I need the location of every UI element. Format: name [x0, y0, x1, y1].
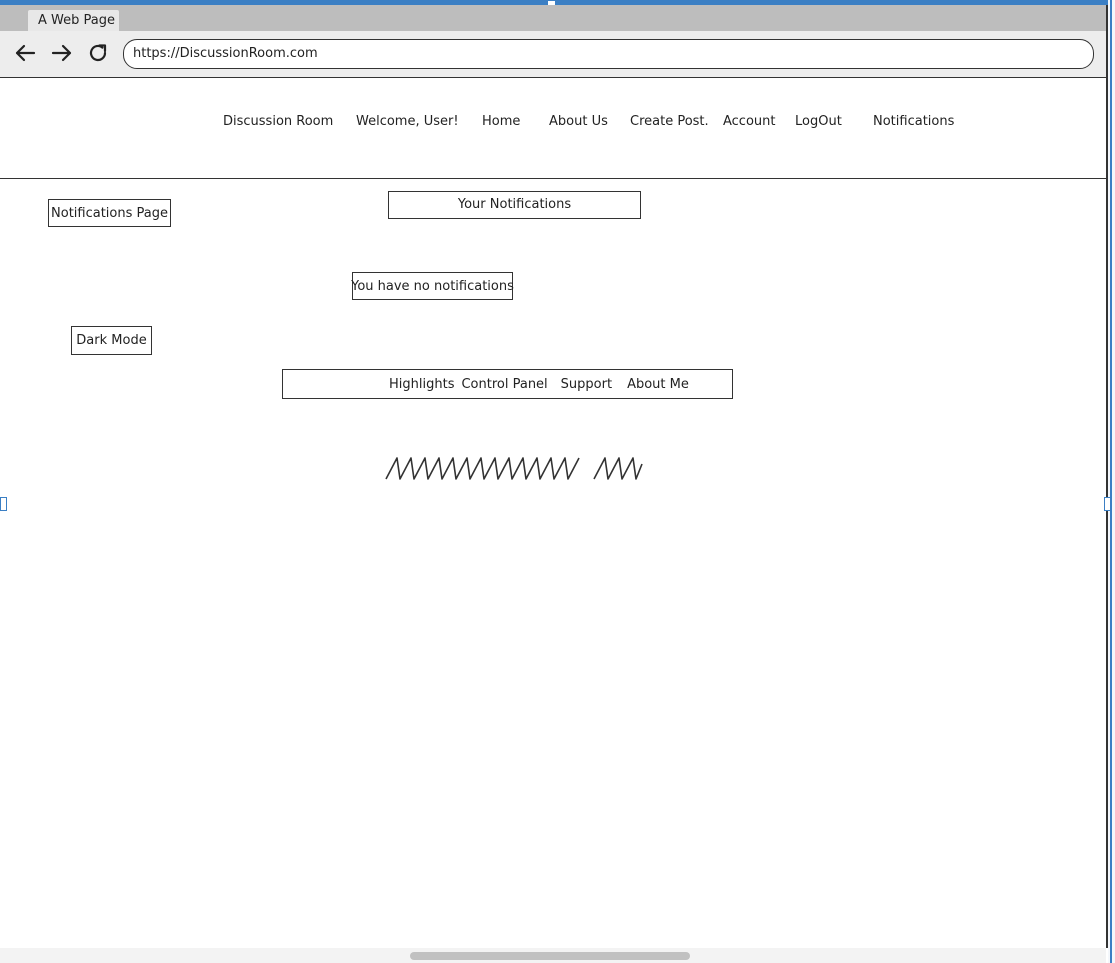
arrow-right-icon: [51, 44, 72, 62]
browser-window: A Web Page https://DiscussionRoom.com Di…: [0, 0, 1115, 963]
footer-about-me-link[interactable]: About Me: [627, 377, 689, 392]
site-header: Discussion Room Welcome, User! Home Abou…: [0, 78, 1106, 179]
notifications-heading-text: Your Notifications: [457, 197, 572, 212]
nav-welcome-text: Welcome, User!: [356, 114, 459, 129]
browser-toolbar: https://DiscussionRoom.com: [0, 31, 1106, 78]
footer-links: Highlights Control Panel Support About M…: [282, 369, 733, 399]
page-label-text: Notifications Page: [51, 205, 168, 221]
footer-support-link[interactable]: Support: [561, 377, 612, 392]
back-button[interactable]: [11, 39, 39, 67]
notifications-heading: Your Notifications: [388, 191, 641, 219]
address-bar[interactable]: https://DiscussionRoom.com: [123, 39, 1094, 69]
empty-notifications-message: You have no notifications: [351, 272, 514, 300]
footer-highlights-link[interactable]: Highlights: [389, 377, 454, 392]
resize-handle-right[interactable]: [1104, 497, 1111, 511]
horizontal-scrollbar-thumb[interactable]: [410, 952, 690, 960]
nav-notifications-link[interactable]: Notifications: [873, 114, 954, 129]
reload-button[interactable]: [84, 39, 112, 67]
browser-tab-title: A Web Page: [38, 13, 115, 28]
scribble-placeholder-icon: [385, 457, 643, 480]
empty-notifications-text: You have no notifications: [351, 278, 514, 294]
nav-create-post-link[interactable]: Create Post.: [630, 114, 709, 129]
nav-account-link[interactable]: Account: [723, 114, 776, 129]
page-label: Notifications Page: [48, 199, 171, 227]
tab-bar: [0, 5, 1106, 31]
footer-control-panel-link[interactable]: Control Panel: [461, 377, 547, 392]
nav-about-us-link[interactable]: About Us: [549, 114, 608, 129]
nav-home-link[interactable]: Home: [482, 114, 520, 129]
arrow-left-icon: [15, 44, 36, 62]
dark-mode-button[interactable]: Dark Mode: [71, 326, 152, 355]
nav-logout-link[interactable]: LogOut: [795, 114, 842, 129]
nav-brand-link[interactable]: Discussion Room: [223, 114, 333, 129]
selection-accent-right: [1110, 0, 1112, 963]
forward-button[interactable]: [48, 39, 76, 67]
resize-handle-left[interactable]: [0, 497, 7, 511]
reload-icon: [89, 44, 107, 62]
dark-mode-label: Dark Mode: [76, 333, 147, 348]
browser-tab[interactable]: A Web Page: [28, 10, 119, 32]
